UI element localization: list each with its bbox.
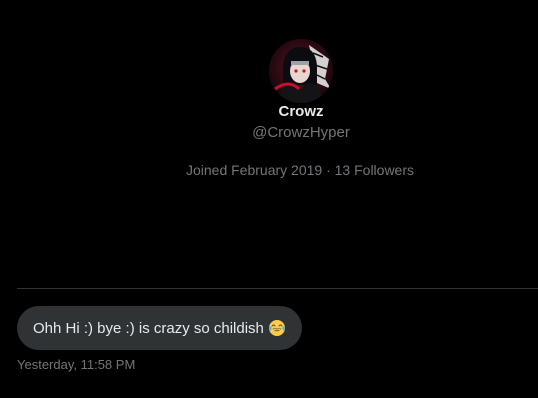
followers-count[interactable]: 13 Followers <box>335 162 414 178</box>
message-text: Ohh Hi :) bye :) is crazy so childish <box>33 319 264 337</box>
meta-separator: · <box>326 162 331 178</box>
conversation-divider <box>17 288 538 289</box>
message-timestamp: Yesterday, 11:58 PM <box>17 357 136 372</box>
profile-display-name[interactable]: Crowz <box>200 103 402 121</box>
joined-date: Joined February 2019 <box>185 162 323 178</box>
profile-avatar[interactable] <box>269 39 333 103</box>
face-with-tears-of-joy-icon <box>268 319 286 337</box>
profile-header: Crowz @CrowzHyper Joined February 2019 ·… <box>0 0 538 288</box>
message-bubble[interactable]: Ohh Hi :) bye :) is crazy so childish <box>17 306 302 350</box>
profile-meta: Joined February 2019 · 13 Followers <box>150 161 450 179</box>
profile-handle[interactable]: @CrowzHyper <box>200 124 402 142</box>
anime-avatar-image <box>269 39 333 103</box>
